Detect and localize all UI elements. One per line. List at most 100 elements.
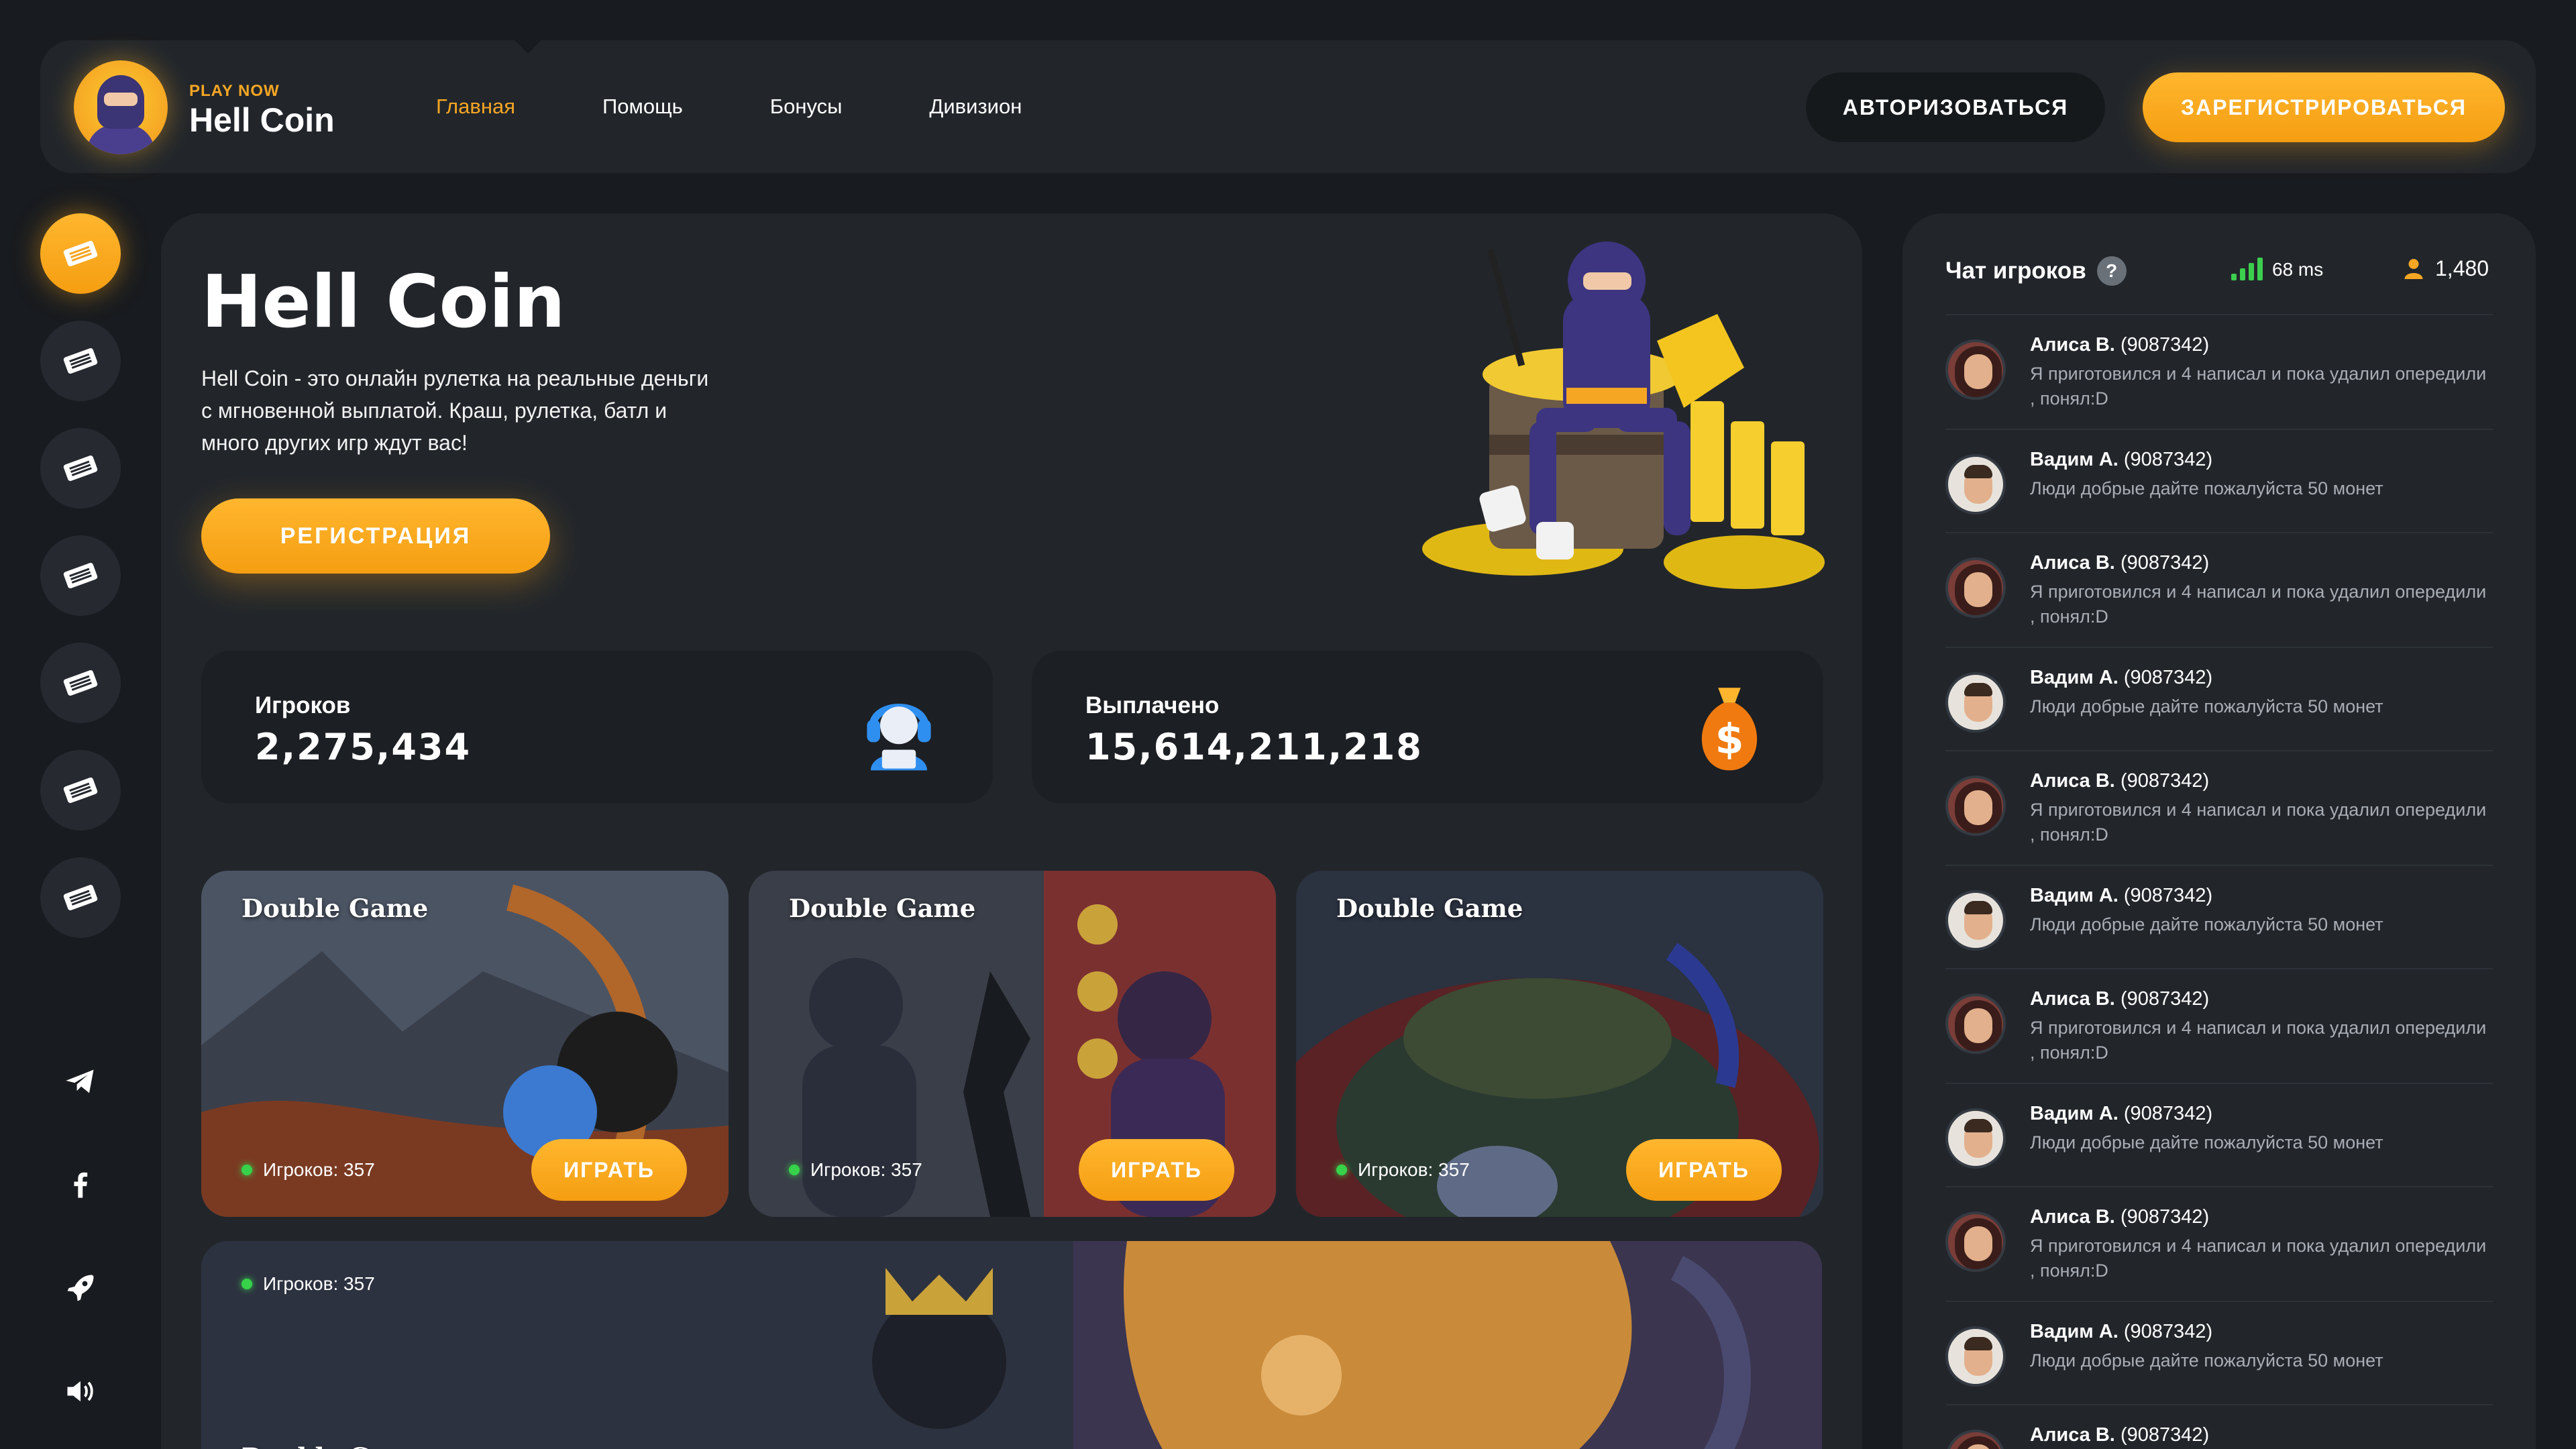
message-text: Я приготовился и 4 написал и пока удалил… (2030, 364, 2487, 409)
message-author[interactable]: Вадим А. (9087342) (2030, 1103, 2493, 1125)
ticket-icon (63, 563, 98, 588)
avatar[interactable] (1945, 454, 2006, 515)
online-dot (789, 1165, 800, 1175)
sidebar-game-1[interactable] (40, 213, 121, 294)
register-button[interactable]: ЗАРЕГИСТРИРОВАТЬСЯ (2143, 72, 2505, 142)
online-value: 1,480 (2435, 256, 2489, 280)
avatar[interactable] (1945, 557, 2006, 618)
message-text: Я приготовился и 4 написал и пока удалил… (2030, 1018, 2487, 1063)
ticket-icon (63, 670, 98, 696)
avatar[interactable] (1945, 339, 2006, 400)
sidebar-game-2[interactable] (40, 321, 121, 401)
chat-message: Вадим А. (9087342) Люди добрые дайте пожа… (1945, 865, 2493, 968)
game-title: Double Game (1336, 894, 1523, 923)
avatar[interactable] (1945, 1430, 2006, 1449)
message-text: Люди добрые дайте пожалуйста 50 монет (2030, 478, 2383, 498)
avatar[interactable] (1945, 775, 2006, 836)
main-panel: Hell Coin Hell Coin - это онлайн рулетка… (161, 213, 1862, 1449)
chat-message: Алиса В. (9087342) (1945, 1404, 2493, 1449)
message-text: Люди добрые дайте пожалуйста 50 монет (2030, 1350, 2383, 1371)
chat-message: Алиса В. (9087342) Я приготовился и 4 нап… (1945, 1186, 2493, 1301)
online-dot (1336, 1165, 1347, 1175)
chat-panel: Чат игроков ? 68 ms 1,480 Алиса В. (9087… (1902, 213, 2536, 1449)
rocket-link[interactable] (54, 1261, 107, 1315)
avatar[interactable] (1945, 1212, 2006, 1272)
sidebar-game-6[interactable] (40, 750, 121, 830)
message-author[interactable]: Алиса В. (9087342) (2030, 1424, 2493, 1446)
avatar[interactable] (1945, 672, 2006, 733)
featured-game-card[interactable]: Игроков: 357 Double Game (201, 1241, 1822, 1449)
message-text: Люди добрые дайте пожалуйста 50 монет (2030, 1132, 2383, 1152)
ticket-icon (63, 455, 98, 481)
message-text: Я приготовился и 4 написал и пока удалил… (2030, 582, 2487, 627)
game-card[interactable]: Double Game Игроков: 357 ИГРАТЬ (1296, 871, 1823, 1217)
message-author[interactable]: Алиса В. (9087342) (2030, 770, 2493, 792)
avatar[interactable] (1945, 1108, 2006, 1169)
logo-name[interactable]: Hell Coin (189, 101, 335, 140)
chat-message: Алиса В. (9087342) Я приготовился и 4 нап… (1945, 968, 2493, 1083)
hero-title: Hell Coin (201, 260, 566, 344)
game-players-count: Игроков: 357 (1336, 1159, 1470, 1181)
play-button[interactable]: ИГРАТЬ (1079, 1139, 1234, 1201)
game-players-count: Игроков: 357 (241, 1273, 375, 1295)
chat-header: Чат игроков ? (1945, 256, 2127, 286)
chat-message: Вадим А. (9087342) Люди добрые дайте пожа… (1945, 647, 2493, 750)
hero-description: Hell Coin - это онлайн рулетка на реальн… (201, 366, 709, 455)
help-icon[interactable]: ? (2096, 256, 2127, 286)
chat-message: Алиса В. (9087342) Я приготовился и 4 нап… (1945, 532, 2493, 647)
logo-avatar[interactable] (74, 60, 168, 154)
svg-text:$: $ (1715, 715, 1744, 763)
dragon-game-artwork (201, 1241, 1822, 1449)
sidebar-game-4[interactable] (40, 535, 121, 616)
chat-message: Вадим А. (9087342) Люди добрые дайте пожа… (1945, 1083, 2493, 1186)
message-author[interactable]: Вадим А. (9087342) (2030, 1321, 2493, 1343)
game-title: Double Game (789, 894, 976, 923)
ninja-treasure-illustration (1422, 241, 1825, 589)
ping-value: 68 ms (2272, 259, 2324, 280)
chat-message-list[interactable]: Алиса В. (9087342) Я приготовился и 4 нап… (1945, 314, 2493, 1449)
telegram-icon (66, 1069, 94, 1093)
headset-user-icon (867, 704, 931, 771)
message-text: Я приготовился и 4 написал и пока удалил… (2030, 1236, 2487, 1281)
paid-stat-card: Выплачено 15,614,211,218 $ (1032, 651, 1823, 804)
ticket-icon (63, 348, 98, 374)
message-author[interactable]: Вадим А. (9087342) (2030, 885, 2493, 907)
message-author[interactable]: Алиса В. (9087342) (2030, 552, 2493, 574)
message-text: Люди добрые дайте пожалуйста 50 монет (2030, 914, 2383, 934)
play-button[interactable]: ИГРАТЬ (1626, 1139, 1782, 1201)
sidebar-game-5[interactable] (40, 643, 121, 723)
facebook-link[interactable] (54, 1158, 107, 1212)
avatar[interactable] (1945, 890, 2006, 951)
nav-item-home[interactable]: Главная (436, 95, 515, 119)
avatar[interactable] (1945, 1326, 2006, 1387)
chat-message: Алиса В. (9087342) Я приготовился и 4 нап… (1945, 314, 2493, 429)
nav-item-division[interactable]: Дивизион (929, 95, 1022, 119)
money-bag-icon: $ (1701, 688, 1758, 771)
sidebar-game-7[interactable] (40, 857, 121, 938)
message-author[interactable]: Алиса В. (9087342) (2030, 334, 2493, 356)
avatar[interactable] (1945, 994, 2006, 1054)
online-dot (241, 1165, 252, 1175)
hero-register-button[interactable]: РЕГИСТРАЦИЯ (201, 498, 550, 574)
message-author[interactable]: Алиса В. (9087342) (2030, 1206, 2493, 1228)
login-button[interactable]: АВТОРИЗОВАТЬСЯ (1806, 72, 2105, 142)
paid-value: 15,614,211,218 (1085, 726, 1423, 768)
game-card[interactable]: Double Game Игроков: 357 ИГРАТЬ (749, 871, 1276, 1217)
game-card[interactable]: Double Game Игроков: 357 ИГРАТЬ (201, 871, 729, 1217)
game-title: Double Game (241, 894, 429, 923)
sound-toggle[interactable] (54, 1364, 107, 1418)
telegram-link[interactable] (54, 1055, 107, 1108)
nav-item-help[interactable]: Помощь (602, 95, 683, 119)
message-author[interactable]: Вадим А. (9087342) (2030, 667, 2493, 689)
message-author[interactable]: Алиса В. (9087342) (2030, 988, 2493, 1010)
game-players-count: Игроков: 357 (789, 1159, 922, 1181)
nav-item-bonuses[interactable]: Бонусы (770, 95, 843, 119)
rocket-icon (67, 1275, 94, 1301)
message-text: Я приготовился и 4 написал и пока удалил… (2030, 800, 2487, 845)
user-icon (2404, 258, 2423, 279)
sidebar-game-3[interactable] (40, 428, 121, 508)
facebook-icon (74, 1172, 88, 1198)
play-button[interactable]: ИГРАТЬ (531, 1139, 687, 1201)
top-header: PLAY NOW Hell Coin Главная Помощь Бонусы… (40, 39, 2536, 173)
message-author[interactable]: Вадим А. (9087342) (2030, 449, 2493, 471)
